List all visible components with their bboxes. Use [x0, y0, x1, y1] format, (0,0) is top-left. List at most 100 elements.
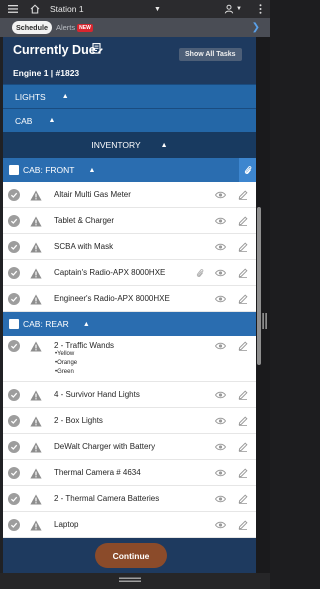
group-cab-front[interactable]: CAB: FRONT ▲	[3, 158, 256, 182]
pencil-icon[interactable]	[238, 442, 248, 452]
list-item[interactable]: Thermal Camera # 4634	[3, 460, 256, 486]
pencil-icon[interactable]	[238, 242, 248, 252]
item-label: Thermal Camera # 4634	[54, 468, 141, 477]
list-item[interactable]: 4 - Survivor Hand Lights	[3, 382, 256, 408]
eye-icon[interactable]	[215, 295, 226, 303]
check-circle-icon[interactable]	[8, 215, 20, 227]
list-item[interactable]: Laptop	[3, 512, 256, 538]
check-circle-icon[interactable]	[8, 293, 20, 305]
scroll-thumb[interactable]	[257, 207, 261, 365]
check-circle-icon[interactable]	[8, 467, 20, 479]
item-label: 4 - Survivor Hand Lights	[54, 390, 140, 399]
section-inventory[interactable]: INVENTORY ▲	[3, 132, 256, 158]
pencil-icon[interactable]	[238, 390, 248, 400]
user-icon[interactable]	[222, 2, 236, 16]
pencil-icon[interactable]	[238, 341, 248, 351]
warning-icon[interactable]	[30, 341, 42, 352]
warning-icon[interactable]	[30, 442, 42, 453]
item-label: Laptop	[54, 520, 79, 529]
check-circle-icon[interactable]	[8, 441, 20, 453]
tab-schedule[interactable]: Schedule	[12, 21, 52, 34]
check-circle-icon[interactable]	[8, 267, 20, 279]
list-item[interactable]: Tablet & Charger	[3, 208, 256, 234]
eye-icon[interactable]	[215, 391, 226, 399]
caret-down-icon[interactable]: ▼	[154, 6, 161, 13]
list-item[interactable]: Engineer's Radio-APX 8000HXE	[3, 286, 256, 312]
hamburger-icon[interactable]	[6, 2, 20, 16]
check-circle-icon[interactable]	[8, 189, 20, 201]
warning-icon[interactable]	[30, 242, 42, 253]
item-label: 2 - Traffic Wands	[54, 341, 115, 350]
check-circle-icon[interactable]	[8, 241, 20, 253]
warning-icon[interactable]	[30, 468, 42, 479]
check-circle-icon[interactable]	[8, 389, 20, 401]
warning-icon[interactable]	[30, 390, 42, 401]
eye-icon[interactable]	[215, 495, 226, 503]
group-cab-rear[interactable]: CAB: REAR ▲	[3, 312, 256, 336]
show-all-tasks-button[interactable]: Show All Tasks	[179, 48, 242, 61]
section-lights[interactable]: LIGHTS ▲	[3, 84, 256, 108]
list-item[interactable]: SCBA with Mask	[3, 234, 256, 260]
list-item[interactable]: 2 - Thermal Camera Batteries	[3, 486, 256, 512]
paperclip-icon[interactable]	[196, 268, 204, 278]
warning-icon[interactable]	[30, 294, 42, 305]
warning-icon[interactable]	[30, 190, 42, 201]
pencil-icon[interactable]	[238, 494, 248, 504]
pencil-icon[interactable]	[238, 268, 248, 278]
home-icon[interactable]	[28, 2, 42, 16]
eye-icon[interactable]	[215, 243, 226, 251]
list-item[interactable]: 2 - Box Lights	[3, 408, 256, 434]
check-circle-icon[interactable]	[8, 519, 20, 531]
list-item[interactable]: 2 - Traffic Wands •Yellow •Orange •Green	[3, 336, 256, 382]
eye-icon[interactable]	[215, 191, 226, 199]
list-item[interactable]: DeWalt Charger with Battery	[3, 434, 256, 460]
eye-icon[interactable]	[215, 217, 226, 225]
chevron-right-icon[interactable]: ❯	[252, 22, 260, 33]
check-circle-icon[interactable]	[8, 493, 20, 505]
vertical-scrollbar[interactable]	[256, 37, 270, 573]
eye-icon[interactable]	[215, 443, 226, 451]
check-circle-icon[interactable]	[8, 340, 20, 352]
eye-icon[interactable]	[215, 269, 226, 277]
paperclip-icon[interactable]	[239, 158, 256, 182]
eye-icon[interactable]	[215, 469, 226, 477]
warning-icon[interactable]	[30, 520, 42, 531]
section-inventory-label: INVENTORY	[91, 140, 141, 150]
kebab-icon[interactable]	[253, 2, 267, 16]
page-header: Currently Due Show All Tasks Engine 1 | …	[3, 37, 256, 84]
warning-icon[interactable]	[30, 416, 42, 427]
pencil-icon[interactable]	[238, 520, 248, 530]
pencil-icon[interactable]	[238, 416, 248, 426]
section-cab[interactable]: CAB ▲	[3, 108, 256, 132]
continue-button[interactable]: Continue	[95, 543, 167, 568]
group-title: CAB: REAR	[23, 319, 69, 329]
eye-icon[interactable]	[215, 417, 226, 425]
tab-alerts[interactable]: Alerts	[56, 23, 75, 32]
warning-icon[interactable]	[30, 268, 42, 279]
check-circle-icon[interactable]	[8, 415, 20, 427]
warning-icon[interactable]	[30, 216, 42, 227]
warning-icon[interactable]	[30, 494, 42, 505]
group-title: CAB: FRONT	[23, 165, 75, 175]
footer-bar: Continue	[3, 538, 256, 573]
pencil-icon[interactable]	[238, 468, 248, 478]
item-label: 2 - Box Lights	[54, 416, 103, 425]
caret-up-icon: ▲	[48, 117, 56, 124]
list-item[interactable]: Altair Multi Gas Meter	[3, 182, 256, 208]
pencil-icon[interactable]	[238, 216, 248, 226]
pencil-icon[interactable]	[238, 294, 248, 304]
list-item[interactable]: Captain's Radio-APX 8000HXE	[3, 260, 256, 286]
unit-label: Engine 1 | #1823	[13, 68, 80, 78]
caret-up-icon: ▲	[61, 93, 69, 100]
group-checkbox[interactable]	[9, 319, 19, 329]
resize-grip-icon[interactable]	[262, 313, 268, 329]
drag-handle-icon[interactable]	[119, 577, 141, 583]
user-caret-icon[interactable]: ▼	[236, 6, 242, 12]
station-name[interactable]: Station 1	[50, 4, 84, 14]
eye-icon[interactable]	[215, 521, 226, 529]
pencil-icon[interactable]	[238, 190, 248, 200]
eye-icon[interactable]	[215, 342, 226, 350]
item-label: 2 - Thermal Camera Batteries	[54, 494, 160, 503]
item-label: DeWalt Charger with Battery	[54, 442, 156, 451]
group-checkbox[interactable]	[9, 165, 19, 175]
